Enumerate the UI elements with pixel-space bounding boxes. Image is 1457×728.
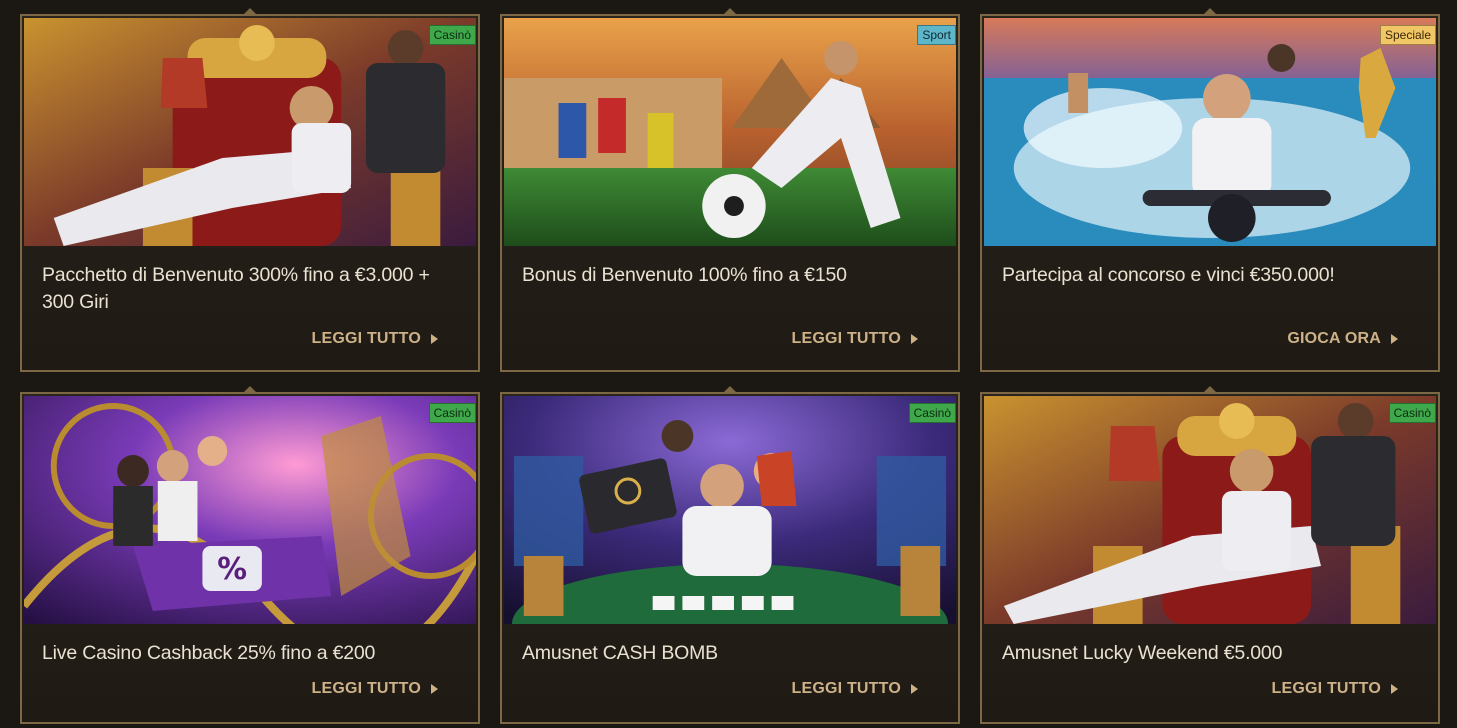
promo-card-contest[interactable]: Speciale Partecipa al concorso e vinci €… <box>980 8 1440 372</box>
read-more-label: LEGGI TUTTO <box>311 330 421 347</box>
read-more-label: LEGGI TUTTO <box>1271 680 1381 697</box>
read-more-link[interactable]: LEGGI TUTTO <box>1272 680 1398 698</box>
promo-image-throne[interactable]: Casinò <box>984 396 1436 624</box>
card-notch <box>723 8 737 15</box>
promo-title: Partecipa al concorso e vinci €350.000! <box>1002 264 1335 286</box>
read-more-label: LEGGI TUTTO <box>311 680 421 697</box>
promo-card-welcome-sport[interactable]: Sport Bonus di Benvenuto 100% fino a €15… <box>500 8 960 372</box>
category-badge-casino: Casinò <box>908 403 956 423</box>
promo-image-throne[interactable]: Casinò <box>24 18 476 246</box>
promotions-grid: Casinò Pacchetto di Benvenuto 300% fino … <box>0 0 1457 728</box>
category-badge-casino: Casinò <box>428 403 476 423</box>
promo-title: Live Casino Cashback 25% fino a €200 <box>42 642 376 664</box>
card-notch <box>723 386 737 393</box>
promo-card-lucky-weekend[interactable]: Casinò Amusnet Lucky Weekend €5.000 LEGG… <box>980 386 1440 724</box>
promo-card-welcome-casino[interactable]: Casinò Pacchetto di Benvenuto 300% fino … <box>20 8 480 372</box>
category-badge-speciale: Speciale <box>1379 25 1436 45</box>
play-arrow-icon <box>431 334 438 344</box>
read-more-link[interactable]: LEGGI TUTTO <box>312 680 438 698</box>
card-notch <box>1203 8 1217 15</box>
promo-title: Pacchetto di Benvenuto 300% fino a €3.00… <box>42 264 430 313</box>
promo-image-poker-table[interactable]: Casinò <box>504 396 956 624</box>
category-badge-casino: Casinò <box>428 25 476 45</box>
play-arrow-icon <box>1391 684 1398 694</box>
play-arrow-icon <box>431 684 438 694</box>
play-arrow-icon <box>911 684 918 694</box>
read-more-link[interactable]: LEGGI TUTTO <box>312 330 438 348</box>
promo-image-rollercoaster[interactable]: % Casinò <box>24 396 476 624</box>
read-more-label: LEGGI TUTTO <box>791 680 901 697</box>
read-more-link[interactable]: LEGGI TUTTO <box>792 680 918 698</box>
read-more-label: LEGGI TUTTO <box>791 330 901 347</box>
play-now-label: GIOCA ORA <box>1287 330 1381 347</box>
promo-title: Amusnet Lucky Weekend €5.000 <box>1002 642 1283 664</box>
svg-text:%: % <box>217 552 247 587</box>
play-arrow-icon <box>911 334 918 344</box>
promo-image-football[interactable]: Sport <box>504 18 956 246</box>
card-notch <box>243 8 257 15</box>
read-more-link[interactable]: LEGGI TUTTO <box>792 330 918 348</box>
play-arrow-icon <box>1391 334 1398 344</box>
promo-image-jetski[interactable]: Speciale <box>984 18 1436 246</box>
play-now-link[interactable]: GIOCA ORA <box>1287 330 1398 348</box>
promo-title: Bonus di Benvenuto 100% fino a €150 <box>522 264 847 286</box>
promo-title: Amusnet CASH BOMB <box>522 642 718 664</box>
promo-card-live-cashback[interactable]: % Casinò Live Casino Cashback 25% fino a… <box>20 386 480 724</box>
promo-card-cash-bomb[interactable]: Casinò Amusnet CASH BOMB LEGGI TUTTO <box>500 386 960 724</box>
card-notch <box>243 386 257 393</box>
category-badge-casino: Casinò <box>1388 403 1436 423</box>
card-notch <box>1203 386 1217 393</box>
category-badge-sport: Sport <box>917 25 956 45</box>
